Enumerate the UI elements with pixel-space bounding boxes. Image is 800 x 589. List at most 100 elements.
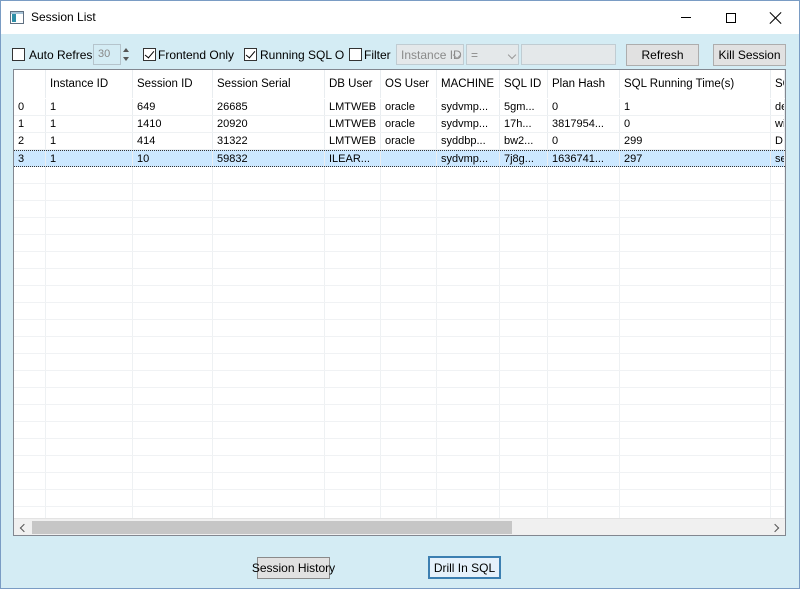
empty-cell	[46, 286, 133, 302]
empty-cell	[213, 167, 325, 183]
column-header[interactable]: OS User	[381, 70, 437, 98]
empty-cell	[325, 167, 381, 183]
empty-cell	[620, 405, 771, 421]
refresh-interval-input[interactable]: 30	[93, 44, 121, 65]
empty-cell	[133, 235, 213, 251]
empty-cell	[325, 303, 381, 319]
empty-cell	[381, 167, 437, 183]
empty-row	[14, 337, 785, 354]
auto-refresh-checkbox[interactable]	[12, 48, 25, 61]
filter-column-select[interactable]: Instance ID	[396, 44, 464, 65]
title-bar[interactable]: Session List	[1, 1, 799, 34]
table-row[interactable]: 1 1 1410 20920 LMTWEB oracle sydvmp... 17h... 38…	[14, 116, 785, 133]
empty-cell	[381, 286, 437, 302]
empty-cell	[381, 371, 437, 387]
session-table[interactable]: Instance ID Session ID Session Serial DB Us…	[13, 69, 786, 536]
empty-cell	[133, 320, 213, 336]
frontend-only-checkbox[interactable]	[143, 48, 156, 61]
empty-cell	[548, 405, 620, 421]
running-sql-only-checkbox[interactable]	[244, 48, 257, 61]
empty-cell	[548, 473, 620, 489]
minimize-button[interactable]	[663, 1, 709, 34]
table-cell: ILEAR...	[325, 151, 381, 166]
session-grid: Instance ID Session ID Session Serial DB Us…	[14, 70, 785, 524]
empty-cell	[771, 371, 785, 387]
table-cell: 26685	[213, 99, 325, 115]
column-header[interactable]: Session ID	[133, 70, 213, 98]
spin-up-icon[interactable]	[123, 48, 129, 52]
column-header[interactable]: SQL Running Time(s)	[620, 70, 771, 98]
table-cell: 1	[46, 133, 133, 149]
close-button[interactable]	[753, 1, 799, 34]
empty-row	[14, 235, 785, 252]
empty-cell	[133, 354, 213, 370]
empty-cell	[325, 184, 381, 200]
scroll-left-button[interactable]	[14, 519, 31, 535]
empty-cell	[548, 184, 620, 200]
scrollbar-thumb[interactable]	[32, 521, 512, 534]
spin-down-icon[interactable]	[123, 57, 129, 61]
refresh-button[interactable]: Refresh	[626, 44, 699, 66]
column-header[interactable]: Plan Hash	[548, 70, 620, 98]
table-cell: oracle	[381, 116, 437, 132]
refresh-interval-spinner[interactable]	[121, 44, 135, 65]
table-cell: 1	[46, 116, 133, 132]
column-header[interactable]: Instance ID	[46, 70, 133, 98]
empty-cell	[620, 320, 771, 336]
empty-cell	[620, 201, 771, 217]
empty-cell	[771, 354, 785, 370]
empty-cell	[325, 422, 381, 438]
empty-cell	[325, 456, 381, 472]
table-row[interactable]: 0 1 649 26685 LMTWEB oracle sydvmp... 5gm... 0 1 d…	[14, 99, 785, 116]
app-window-icon	[10, 11, 24, 24]
table-cell: LMTWEB	[325, 116, 381, 132]
empty-cell	[620, 422, 771, 438]
table-cell: 59832	[213, 151, 325, 166]
empty-cell	[133, 439, 213, 455]
column-header[interactable]	[14, 70, 46, 98]
empty-cell	[437, 218, 500, 234]
empty-cell	[437, 388, 500, 404]
filter-value-input[interactable]	[521, 44, 616, 65]
empty-cell	[437, 354, 500, 370]
table-cell: bw2...	[500, 133, 548, 149]
empty-cell	[14, 405, 46, 421]
kill-session-button[interactable]: Kill Session	[713, 44, 786, 66]
drill-in-sql-button[interactable]: Drill In SQL	[428, 556, 501, 579]
empty-cell	[771, 422, 785, 438]
filter-checkbox[interactable]	[349, 48, 362, 61]
minimize-icon	[681, 17, 691, 18]
empty-cell	[771, 218, 785, 234]
column-header[interactable]: Session Serial	[213, 70, 325, 98]
empty-cell	[437, 269, 500, 285]
empty-cell	[437, 422, 500, 438]
scroll-right-button[interactable]	[768, 519, 785, 535]
table-cell: 1	[14, 116, 46, 132]
column-header[interactable]: SQ	[771, 70, 785, 98]
table-row[interactable]: 2 1 414 31322 LMTWEB oracle syddbp... bw2... 0 29…	[14, 133, 785, 150]
column-header[interactable]: DB User	[325, 70, 381, 98]
empty-cell	[620, 286, 771, 302]
empty-cell	[620, 167, 771, 183]
table-row[interactable]: 3 1 10 59832 ILEAR... sydvmp... 7j8g... 1636741…	[14, 150, 785, 167]
empty-cell	[771, 439, 785, 455]
horizontal-scrollbar[interactable]	[14, 518, 785, 535]
empty-cell	[14, 439, 46, 455]
empty-cell	[548, 337, 620, 353]
empty-cell	[548, 286, 620, 302]
empty-cell	[381, 456, 437, 472]
empty-cell	[213, 320, 325, 336]
empty-cell	[500, 303, 548, 319]
column-header[interactable]: MACHINE	[437, 70, 500, 98]
empty-cell	[325, 473, 381, 489]
column-header[interactable]: SQL ID	[500, 70, 548, 98]
empty-cell	[325, 337, 381, 353]
table-cell: 3	[14, 151, 46, 166]
empty-cell	[213, 371, 325, 387]
filter-operator-select[interactable]: =	[466, 44, 519, 65]
maximize-button[interactable]	[708, 1, 754, 34]
empty-cell	[437, 490, 500, 506]
empty-cell	[46, 201, 133, 217]
session-history-button[interactable]: Session History	[252, 557, 335, 579]
empty-cell	[213, 439, 325, 455]
